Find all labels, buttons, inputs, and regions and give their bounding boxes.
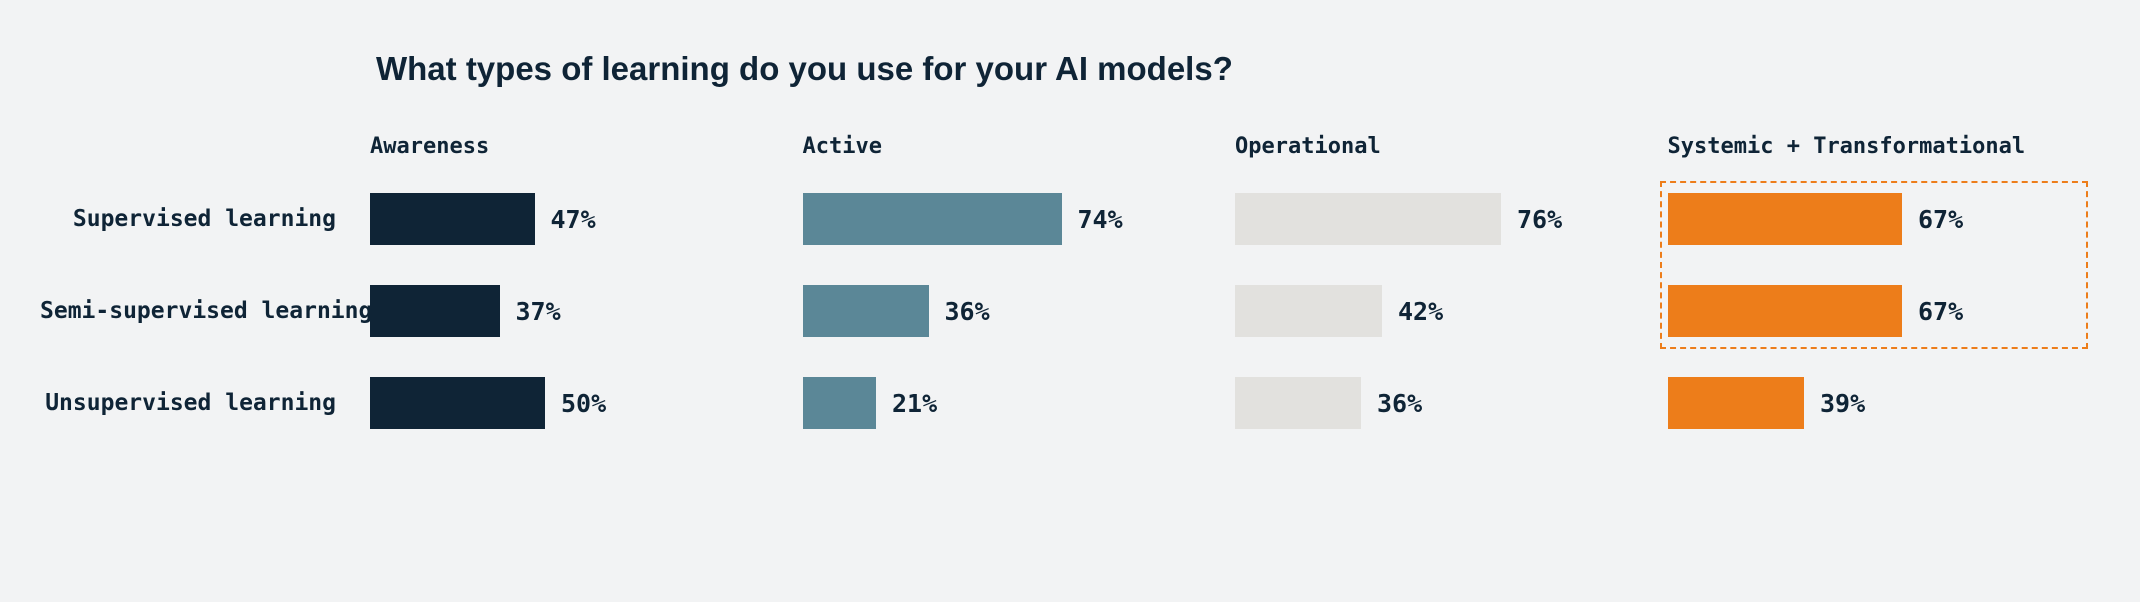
bar-cell: 37%	[370, 265, 783, 357]
bar-value: 67%	[1918, 297, 1963, 326]
chart-title: What types of learning do you use for yo…	[376, 50, 2080, 88]
bar-value: 50%	[561, 389, 606, 418]
bar-cell: 67%	[1668, 173, 2081, 265]
chart-container: What types of learning do you use for yo…	[0, 0, 2140, 499]
row-label: Unsupervised learning	[40, 390, 350, 416]
bar-value: 36%	[945, 297, 990, 326]
column-header: Active	[803, 134, 1216, 173]
bar	[370, 377, 545, 429]
row-label: Supervised learning	[40, 206, 350, 232]
bar-value: 37%	[516, 297, 561, 326]
row-label: Semi-supervised learning	[40, 298, 350, 324]
bar-cell: 42%	[1235, 265, 1648, 357]
bar-value: 36%	[1377, 389, 1422, 418]
bar	[1668, 285, 1903, 337]
bar-cell: 50%	[370, 357, 783, 449]
chart-grid: Awareness Active Operational Systemic + …	[40, 134, 2080, 449]
column-header: Awareness	[370, 134, 783, 173]
bar-value: 39%	[1820, 389, 1865, 418]
bar	[803, 193, 1062, 245]
bar-cell: 21%	[803, 357, 1216, 449]
bar-cell: 76%	[1235, 173, 1648, 265]
bar-cell: 36%	[1235, 357, 1648, 449]
column-header: Operational	[1235, 134, 1648, 173]
bar-cell: 74%	[803, 173, 1216, 265]
bar	[803, 285, 929, 337]
bar	[1668, 377, 1805, 429]
bar-cell: 47%	[370, 173, 783, 265]
bar-value: 76%	[1517, 205, 1562, 234]
bar-value: 21%	[892, 389, 937, 418]
bar-cell: 39%	[1668, 357, 2081, 449]
bar-cell: 36%	[803, 265, 1216, 357]
bar-value: 67%	[1918, 205, 1963, 234]
bar	[370, 285, 500, 337]
column-header: Systemic + Transformational	[1668, 134, 2081, 173]
bar-value: 42%	[1398, 297, 1443, 326]
bar-value: 47%	[551, 205, 596, 234]
bar	[1235, 193, 1501, 245]
bar	[1668, 193, 1903, 245]
bar	[1235, 285, 1382, 337]
bar	[1235, 377, 1361, 429]
bar	[803, 377, 877, 429]
bar	[370, 193, 535, 245]
bar-value: 74%	[1078, 205, 1123, 234]
bar-cell: 67%	[1668, 265, 2081, 357]
